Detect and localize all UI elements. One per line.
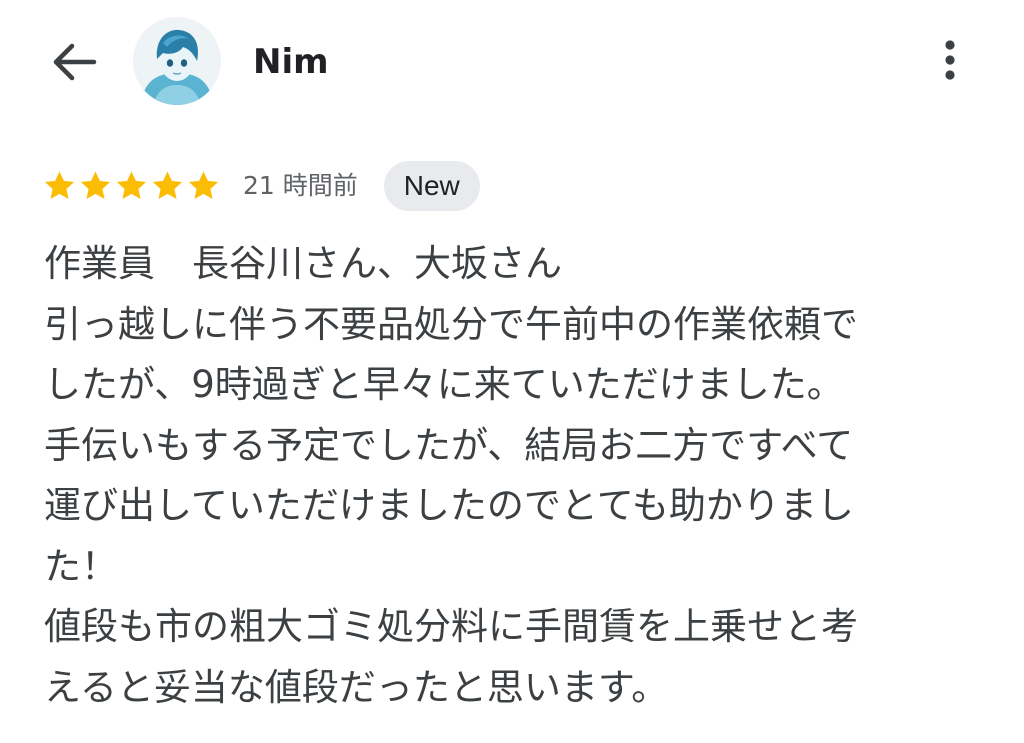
star-icon xyxy=(80,171,111,200)
review-line: 運び出していただけましたのでとても助かりまし xyxy=(44,484,854,527)
user-name[interactable]: Nim xyxy=(253,38,329,86)
more-options-button[interactable] xyxy=(930,36,970,88)
review-text: 作業員 長谷川さん、大坂さん 引っ越しに伴う不要品処分で午前中の作業依頼で した… xyxy=(44,234,984,718)
review-line: したが、9時過ぎと早々に来ていただけました。 xyxy=(44,363,844,406)
more-vert-icon xyxy=(945,40,955,80)
star-rating xyxy=(42,169,221,203)
avatar[interactable] xyxy=(133,17,221,105)
star-icon xyxy=(188,171,219,200)
review-time: 21 時間前 xyxy=(243,171,358,200)
back-button[interactable] xyxy=(46,38,102,86)
review-line: 引っ越しに伴う不要品処分で午前中の作業依頼で xyxy=(44,302,858,346)
star-icon xyxy=(152,171,183,200)
arrow-left-icon xyxy=(53,43,97,81)
rating-row: 21 時間前 New xyxy=(42,160,480,212)
review-line: 手伝いもする予定でしたが、結局お二方ですべて xyxy=(44,423,854,467)
review-line: 値段も市の粗大ゴミ処分料に手間賃を上乗せと考 xyxy=(44,605,858,648)
star-icon xyxy=(116,171,147,200)
anime-avatar-icon xyxy=(133,17,221,105)
new-badge: New xyxy=(383,161,480,211)
review-line: 作業員 長谷川さん、大坂さん xyxy=(44,242,562,285)
review-page: Nim 21 時間前 New 作業員 長谷川さん、大坂さん 引っ越しに伴う不要品… xyxy=(0,0,1024,743)
review-line: えると妥当な値段だったと思います。 xyxy=(44,665,669,709)
review-line: た！ xyxy=(44,544,118,588)
star-icon xyxy=(44,171,75,200)
